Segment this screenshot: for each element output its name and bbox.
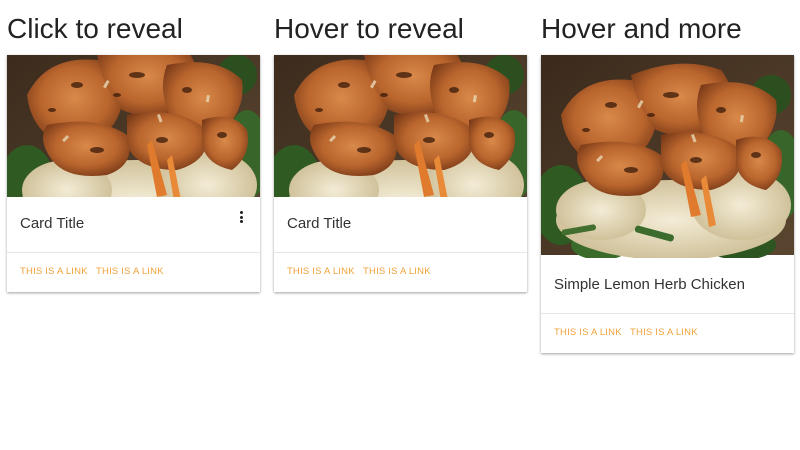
card: Card Title This is a link This is a link [7,55,260,292]
section-heading: Hover and more [541,13,742,44]
card-link-2[interactable]: This is a link [630,327,698,338]
card-link-1[interactable]: This is a link [554,327,622,338]
card-title: Card Title [287,215,352,232]
card-content: Card Title [7,197,260,253]
card-image [541,55,794,258]
card-link-1[interactable]: This is a link [287,266,355,277]
card-action: This is a link This is a link [7,253,260,292]
card-content: Simple Lemon Herb Chicken [541,258,794,314]
card-image [274,55,527,197]
card-link-1[interactable]: This is a link [20,266,88,277]
card-title[interactable]: Card Title [20,215,84,232]
section-heading: Click to reveal [7,13,183,44]
more-vert-icon[interactable] [236,211,246,225]
card[interactable]: Card Title This is a link This is a link [274,55,527,292]
card-link-2[interactable]: This is a link [96,266,164,277]
card-action: This is a link This is a link [541,314,794,353]
card-content: Card Title [274,197,527,253]
card-action: This is a link This is a link [274,253,527,292]
card[interactable]: Simple Lemon Herb Chicken This is a link… [541,55,794,353]
card-link-2[interactable]: This is a link [363,266,431,277]
card-image[interactable] [7,55,260,197]
section-heading: Hover to reveal [274,13,464,44]
card-title: Simple Lemon Herb Chicken [554,276,745,293]
